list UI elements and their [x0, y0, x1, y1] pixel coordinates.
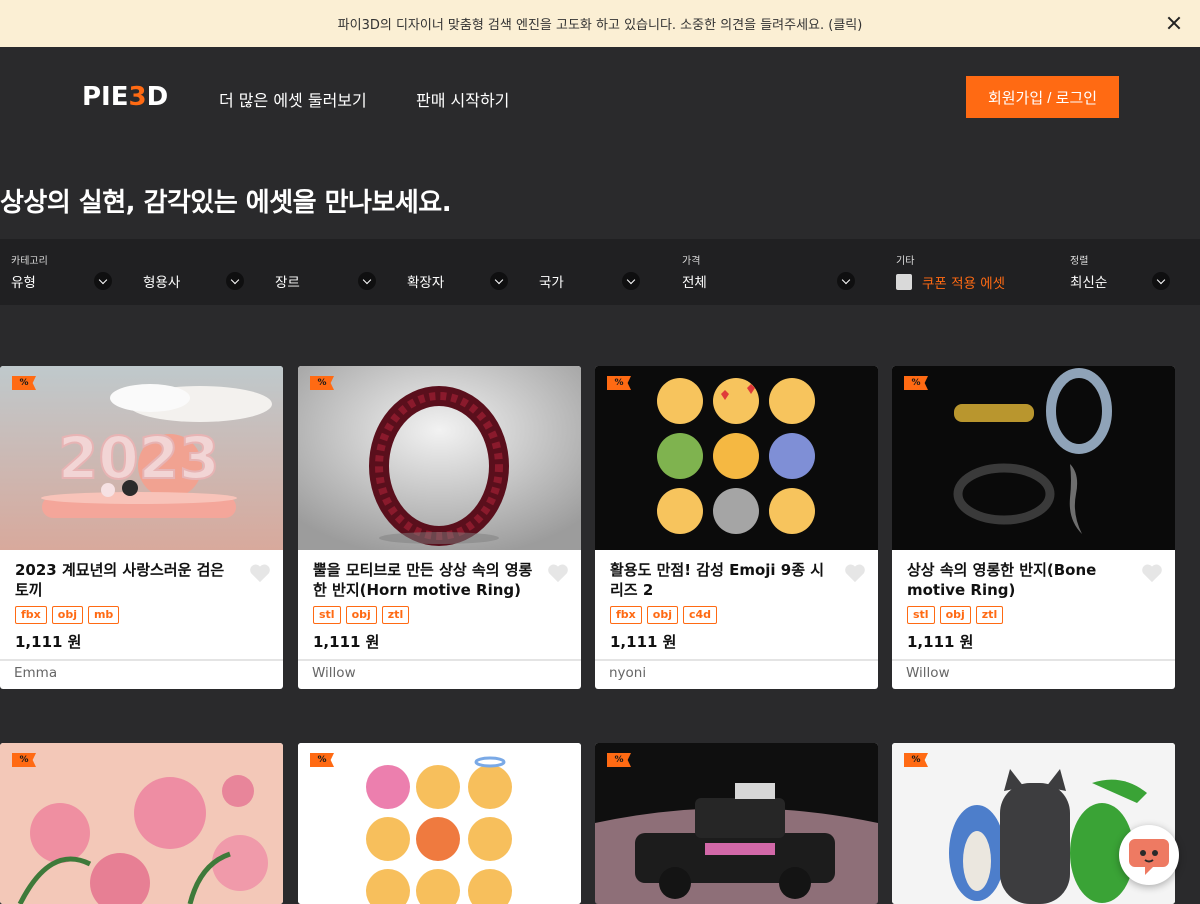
product-author[interactable]: Willow — [906, 665, 950, 681]
format-tags: fbx obj c4d — [610, 606, 718, 624]
filter-type-select[interactable]: 유형 — [11, 270, 112, 292]
filter-price-select[interactable]: 전체 — [682, 270, 855, 292]
product-thumbnail[interactable]: % — [595, 366, 878, 550]
filter-country-select[interactable]: 국가 — [539, 270, 640, 292]
discount-badge: % — [607, 753, 631, 767]
product-price: 1,111 원 — [313, 633, 380, 651]
product-author[interactable]: Emma — [14, 665, 57, 681]
checkbox[interactable] — [896, 274, 912, 290]
price-label: 가격 — [682, 256, 701, 267]
nav-browse-assets[interactable]: 더 많은 에셋 둘러보기 — [219, 87, 367, 111]
category-label: 카테고리 — [11, 256, 48, 267]
product-card[interactable]: % — [595, 743, 878, 904]
product-card[interactable]: % 활용도 만점! 감성 Emoji 9종 시리즈 2 fbx obj c4d … — [595, 366, 878, 689]
format-tags: fbx obj mb — [15, 606, 120, 624]
format-tags: stl obj ztl — [907, 606, 1004, 624]
product-card[interactable]: % 뿔을 모티브로 만든 상상 속의 영롱한 반지(Horn motive Ri… — [298, 366, 581, 689]
filter-extension-select[interactable]: 확장자 — [407, 270, 508, 292]
product-thumbnail[interactable]: % — [892, 366, 1175, 550]
heart-icon[interactable] — [249, 563, 271, 583]
chevron-down-icon — [490, 272, 508, 290]
etc-label: 기타 — [896, 256, 915, 267]
product-thumbnail[interactable]: % — [595, 743, 878, 904]
chat-button[interactable] — [1119, 825, 1179, 885]
heart-icon[interactable] — [844, 563, 866, 583]
banner-text[interactable]: 파이3D의 디자이너 맞춤형 검색 엔진을 고도화 하고 있습니다. 소중한 의… — [338, 14, 863, 33]
format-tag: fbx — [15, 606, 47, 624]
chat-bot-icon — [1129, 839, 1169, 875]
product-thumbnail[interactable]: % — [298, 743, 581, 904]
format-tag: obj — [51, 606, 83, 624]
discount-badge: % — [904, 753, 928, 767]
filter-adjective-select[interactable]: 형용사 — [143, 270, 244, 292]
format-tag: c4d — [682, 606, 718, 624]
product-price: 1,111 원 — [15, 633, 82, 651]
discount-badge: % — [12, 376, 36, 390]
format-tag: obj — [939, 606, 971, 624]
discount-badge: % — [607, 376, 631, 390]
coupon-filter-label[interactable]: 쿠폰 적용 에셋 — [922, 272, 1005, 292]
product-card[interactable]: % 상상 속의 영롱한 반지(Bone motive Ring) stl obj… — [892, 366, 1175, 689]
card-divider — [298, 659, 581, 661]
format-tag: obj — [345, 606, 377, 624]
product-thumbnail[interactable]: % — [298, 366, 581, 550]
svg-text:2023: 2023 — [58, 424, 219, 492]
product-author[interactable]: nyoni — [609, 665, 646, 681]
filter-bar: 카테고리 유형 형용사 장르 확장자 국가 가격 전체 기타 정렬 최신순 — [0, 239, 1200, 305]
chevron-down-icon — [358, 272, 376, 290]
format-tag: ztl — [381, 606, 410, 624]
discount-badge: % — [310, 753, 334, 767]
format-tag: fbx — [610, 606, 642, 624]
discount-badge: % — [12, 753, 36, 767]
format-tag: stl — [313, 606, 341, 624]
product-title[interactable]: 활용도 만점! 감성 Emoji 9종 시리즈 2 — [610, 560, 832, 600]
chevron-down-icon — [837, 272, 855, 290]
sort-select[interactable]: 최신순 — [1070, 270, 1170, 292]
product-card[interactable]: % — [298, 743, 581, 904]
discount-badge: % — [904, 376, 928, 390]
product-thumbnail[interactable]: % — [0, 743, 283, 904]
product-card[interactable]: % — [0, 743, 283, 904]
signup-login-button[interactable]: 회원가입 / 로그인 — [966, 76, 1119, 118]
page-title: 상상의 실현, 감각있는 에셋을 만나보세요. — [0, 188, 452, 218]
chevron-down-icon — [94, 272, 112, 290]
card-divider — [595, 659, 878, 661]
chevron-down-icon — [226, 272, 244, 290]
product-card[interactable]: 2023 % 2023 계묘년의 사랑스러운 검은 토끼 fbx obj mb … — [0, 366, 283, 689]
site-header: PIE3D 더 많은 에셋 둘러보기 판매 시작하기 회원가입 / 로그인 — [0, 47, 1200, 145]
format-tag: mb — [87, 606, 120, 624]
card-divider — [892, 659, 1175, 661]
chevron-down-icon — [1152, 272, 1170, 290]
filter-genre-select[interactable]: 장르 — [275, 270, 376, 292]
card-divider — [0, 659, 283, 661]
heart-icon[interactable] — [547, 563, 569, 583]
format-tags: stl obj ztl — [313, 606, 410, 624]
product-thumbnail[interactable]: 2023 % — [0, 366, 283, 550]
product-price: 1,111 원 — [907, 633, 974, 651]
pie3d-logo[interactable]: PIE3D — [82, 82, 168, 112]
sort-label: 정렬 — [1070, 256, 1089, 267]
feedback-banner[interactable]: 파이3D의 디자이너 맞춤형 검색 엔진을 고도화 하고 있습니다. 소중한 의… — [0, 0, 1200, 47]
chevron-down-icon — [622, 272, 640, 290]
heart-icon[interactable] — [1141, 563, 1163, 583]
nav-start-selling[interactable]: 판매 시작하기 — [416, 87, 509, 111]
product-author[interactable]: Willow — [312, 665, 356, 681]
product-price: 1,111 원 — [610, 633, 677, 651]
product-title[interactable]: 뿔을 모티브로 만든 상상 속의 영롱한 반지(Horn motive Ring… — [313, 560, 535, 600]
product-title[interactable]: 2023 계묘년의 사랑스러운 검은 토끼 — [15, 560, 237, 600]
product-title[interactable]: 상상 속의 영롱한 반지(Bone motive Ring) — [907, 560, 1129, 600]
format-tag: obj — [646, 606, 678, 624]
coupon-filter-checkbox[interactable]: 쿠폰 적용 에셋 — [896, 272, 1005, 292]
close-icon[interactable] — [1164, 13, 1184, 33]
format-tag: stl — [907, 606, 935, 624]
format-tag: ztl — [975, 606, 1004, 624]
discount-badge: % — [310, 376, 334, 390]
